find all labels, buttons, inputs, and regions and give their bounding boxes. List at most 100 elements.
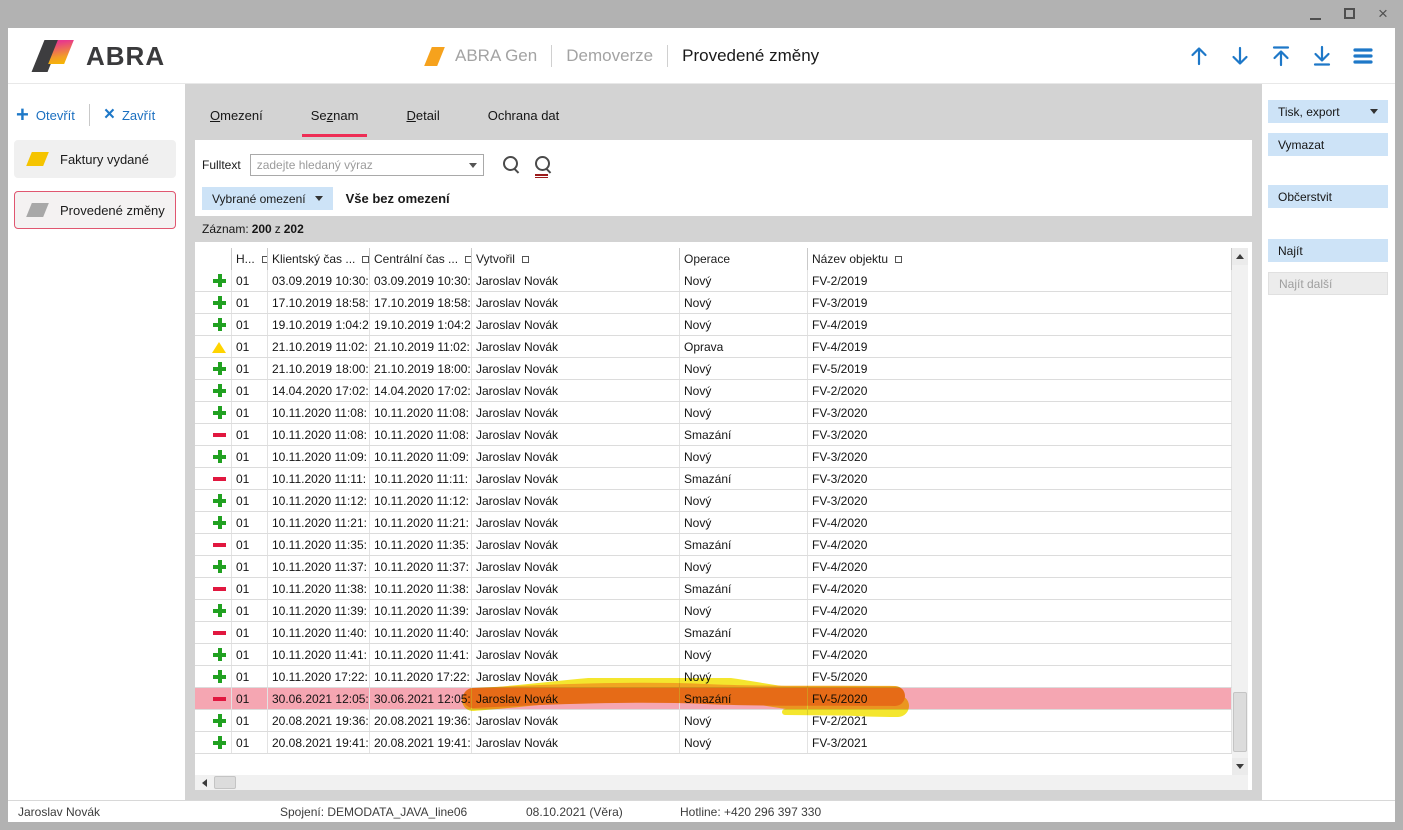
plus-icon — [213, 648, 226, 661]
table-row[interactable]: 01 19.10.2019 1:04:2 19.10.2019 1:04:2 J… — [195, 314, 1232, 336]
vertical-scrollbar[interactable] — [1232, 248, 1248, 775]
sidebar-item-faktury-vydane[interactable]: Faktury vydané — [14, 140, 176, 178]
menu-icon[interactable] — [1351, 44, 1375, 68]
abra-gen-slash-icon — [424, 47, 445, 66]
column-header[interactable]: Operace — [680, 248, 808, 270]
minimize-icon[interactable] — [1305, 3, 1325, 23]
move-up-icon[interactable] — [1187, 44, 1211, 68]
table-row[interactable]: 01 21.10.2019 11:02: 21.10.2019 11:02: J… — [195, 336, 1232, 358]
move-last-icon[interactable] — [1310, 44, 1334, 68]
header-breadcrumb: ABRA Gen Demoverze Provedené změny — [428, 28, 819, 84]
table-row[interactable]: 01 10.11.2020 11:37: 10.11.2020 11:37: J… — [195, 556, 1232, 578]
sidebar-items: Faktury vydané Provedené změny — [14, 140, 176, 229]
abra-logo-text: ABRA — [86, 41, 165, 72]
chevron-down-icon — [315, 196, 323, 201]
table-row[interactable]: 01 10.11.2020 17:22: 10.11.2020 17:22: J… — [195, 666, 1232, 688]
plus-icon — [213, 296, 226, 309]
fulltext-input[interactable] — [250, 154, 484, 176]
move-first-icon[interactable] — [1269, 44, 1293, 68]
search-next-icon[interactable] — [533, 155, 553, 175]
statusbar: Jaroslav Novák Spojení: DEMODATA_JAVA_li… — [8, 800, 1395, 822]
table-row[interactable]: 01 10.11.2020 11:38: 10.11.2020 11:38: J… — [195, 578, 1232, 600]
table-row[interactable]: 01 10.11.2020 11:35: 10.11.2020 11:35: J… — [195, 534, 1232, 556]
maximize-icon[interactable] — [1339, 3, 1359, 23]
column-header[interactable]: Název objektu — [808, 248, 1232, 270]
plus-icon — [213, 604, 226, 617]
table-row[interactable]: 01 30.06.2021 12:05: 30.06.2021 12:05: J… — [195, 688, 1232, 710]
abra-logo: ABRA — [32, 40, 165, 72]
table-row[interactable]: 01 10.11.2020 11:08: 10.11.2020 11:08: J… — [195, 402, 1232, 424]
sort-box-icon — [465, 256, 472, 263]
scroll-down-icon[interactable] — [1232, 758, 1248, 775]
table-row[interactable]: 01 10.11.2020 11:12: 10.11.2020 11:12: J… — [195, 490, 1232, 512]
vertical-scroll-thumb[interactable] — [1233, 692, 1247, 752]
column-header[interactable]: Vytvořil — [472, 248, 680, 270]
action-panel: Tisk, export Vymazat Občerstvit Najít Najít … — [1268, 100, 1388, 295]
action-vymazat[interactable]: Vymazat — [1268, 133, 1388, 156]
column-header[interactable]: H... — [232, 248, 268, 270]
table-row[interactable]: 01 20.08.2021 19:41: 20.08.2021 19:41: J… — [195, 732, 1232, 754]
table-row[interactable]: 01 10.11.2020 11:09: 10.11.2020 11:09: J… — [195, 446, 1232, 468]
horizontal-scroll-thumb[interactable] — [214, 776, 236, 789]
action-najit-dalsi[interactable]: Najít další — [1268, 272, 1388, 295]
sort-box-icon — [362, 256, 369, 263]
tab-detail[interactable]: Detail — [406, 108, 439, 128]
column-header[interactable] — [195, 248, 232, 270]
plus-icon — [213, 714, 226, 727]
statusbar-user: Jaroslav Novák — [18, 805, 100, 819]
plus-icon — [213, 384, 226, 397]
statusbar-connection: Spojení: DEMODATA_JAVA_line06 — [280, 805, 467, 819]
plus-icon — [213, 670, 226, 683]
horizontal-scrollbar[interactable] — [195, 775, 1248, 790]
restriction-value: Vše bez omezení — [346, 191, 450, 206]
table-row[interactable]: 01 10.11.2020 11:40: 10.11.2020 11:40: J… — [195, 622, 1232, 644]
column-header[interactable]: Centrální čas ... — [370, 248, 472, 270]
invoice-slash-icon — [26, 152, 49, 166]
table-row[interactable]: 01 20.08.2021 19:36: 20.08.2021 19:36: J… — [195, 710, 1232, 732]
records-table: H...Klientský čas ...Centrální čas ...Vy… — [195, 242, 1252, 790]
table-row[interactable]: 01 10.11.2020 11:39: 10.11.2020 11:39: J… — [195, 600, 1232, 622]
action-obcerstvit[interactable]: Občerstvit — [1268, 185, 1388, 208]
page-title: Provedené změny — [682, 46, 819, 66]
table-row[interactable]: 01 21.10.2019 18:00: 21.10.2019 18:00: J… — [195, 358, 1232, 380]
table-row[interactable]: 01 17.10.2019 18:58: 17.10.2019 18:58: J… — [195, 292, 1232, 314]
table-row[interactable]: 01 10.11.2020 11:41: 10.11.2020 11:41: J… — [195, 644, 1232, 666]
x-icon: × — [104, 108, 115, 122]
tab-ochrana-dat[interactable]: Ochrana dat — [488, 108, 560, 128]
table-row[interactable]: 01 10.11.2020 11:21: 10.11.2020 11:21: J… — [195, 512, 1232, 534]
search-icon[interactable] — [501, 155, 521, 175]
table-row[interactable]: 01 10.11.2020 11:08: 10.11.2020 11:08: J… — [195, 424, 1232, 446]
action-tisk-export[interactable]: Tisk, export — [1268, 100, 1388, 123]
warning-triangle-icon — [212, 342, 226, 353]
close-tab-button[interactable]: × Zavřít — [104, 108, 155, 123]
tab-omezeni[interactable]: Omezení — [210, 108, 263, 128]
chevron-down-icon[interactable] — [469, 163, 477, 168]
move-down-icon[interactable] — [1228, 44, 1252, 68]
scroll-left-icon[interactable] — [197, 775, 212, 790]
plus-icon — [213, 450, 226, 463]
close-icon[interactable]: × — [1373, 3, 1393, 23]
abra-logo-mark-icon — [32, 40, 76, 72]
plus-icon — [213, 362, 226, 375]
fulltext-combobox[interactable] — [250, 154, 484, 176]
tab-bar: Omezení Seznam Detail Ochrana dat — [185, 84, 1262, 140]
selected-restriction-button[interactable]: Vybrané omezení — [202, 187, 333, 210]
action-najit[interactable]: Najít — [1268, 239, 1388, 262]
table-row[interactable]: 01 10.11.2020 11:11: 10.11.2020 11:11: J… — [195, 468, 1232, 490]
plus-icon — [213, 516, 226, 529]
table-header-row: H...Klientský čas ...Centrální čas ...Vy… — [195, 248, 1232, 270]
column-header[interactable]: Klientský čas ... — [268, 248, 370, 270]
minus-icon — [213, 472, 226, 485]
open-button[interactable]: + Otevřít — [16, 108, 75, 123]
table-row[interactable]: 01 03.09.2019 10:30: 03.09.2019 10:30: J… — [195, 270, 1232, 292]
minus-icon — [213, 582, 226, 595]
plus-icon — [213, 406, 226, 419]
sidebar-item-label: Faktury vydané — [60, 152, 149, 167]
sidebar-item-provedene-zmeny[interactable]: Provedené změny — [14, 191, 176, 229]
statusbar-hotline: Hotline: +420 296 397 330 — [680, 805, 821, 819]
plus-icon: + — [16, 108, 29, 122]
table-row[interactable]: 01 14.04.2020 17:02: 14.04.2020 17:02: J… — [195, 380, 1232, 402]
scroll-up-icon[interactable] — [1232, 248, 1248, 265]
sidebar-item-label: Provedené změny — [60, 203, 165, 218]
tab-seznam[interactable]: Seznam — [311, 108, 359, 128]
